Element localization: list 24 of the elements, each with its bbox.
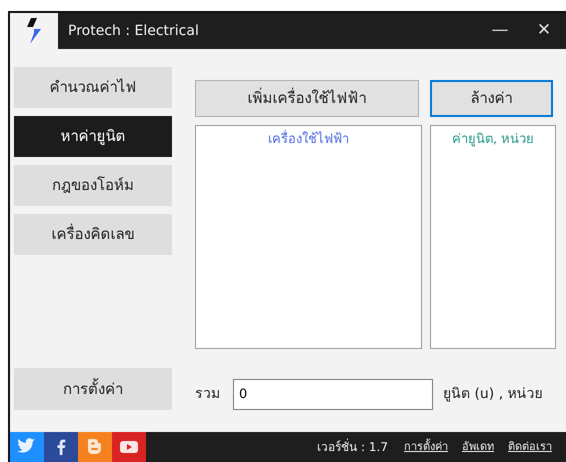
twitter-icon[interactable] — [10, 432, 44, 462]
lightning-bolt-icon — [26, 18, 42, 44]
sidebar-item[interactable]: หาค่ายูนิต — [14, 116, 172, 157]
minimize-button[interactable]: — — [478, 13, 522, 49]
unit-label: ยูนิต (u) , หน่วย — [443, 385, 543, 404]
version-label: เวอร์ชั่น : 1.7 — [317, 438, 388, 456]
sidebar-item[interactable]: คำนวณค่าไฟ — [14, 67, 172, 108]
footer-link[interactable]: การตั้งค่า — [404, 438, 448, 456]
total-label: รวม — [195, 385, 221, 404]
total-field[interactable]: 0 — [233, 379, 433, 410]
window-title: Protech : Electrical — [68, 22, 200, 40]
close-button[interactable]: ✕ — [522, 13, 566, 49]
sidebar-item[interactable]: กฎของโอห์ม — [14, 165, 172, 206]
settings-button[interactable]: การตั้งค่า — [14, 368, 172, 410]
facebook-icon[interactable] — [44, 432, 78, 462]
clear-button[interactable]: ล้างค่า — [430, 80, 553, 117]
footer-link[interactable]: อัพเดท — [462, 438, 494, 456]
youtube-icon[interactable] — [112, 432, 146, 462]
unit-list-header: ค่ายูนิต, หน่วย — [452, 132, 534, 147]
add-appliance-button[interactable]: เพิ่มเครื่องใช้ไฟฟ้า — [195, 80, 419, 117]
sidebar-item[interactable]: เครื่องคิดเลข — [14, 214, 172, 255]
appliance-list[interactable]: เครื่องใช้ไฟฟ้า — [195, 125, 422, 349]
footer-link[interactable]: ติดต่อเรา — [508, 438, 552, 456]
appliance-list-header: เครื่องใช้ไฟฟ้า — [268, 132, 349, 147]
